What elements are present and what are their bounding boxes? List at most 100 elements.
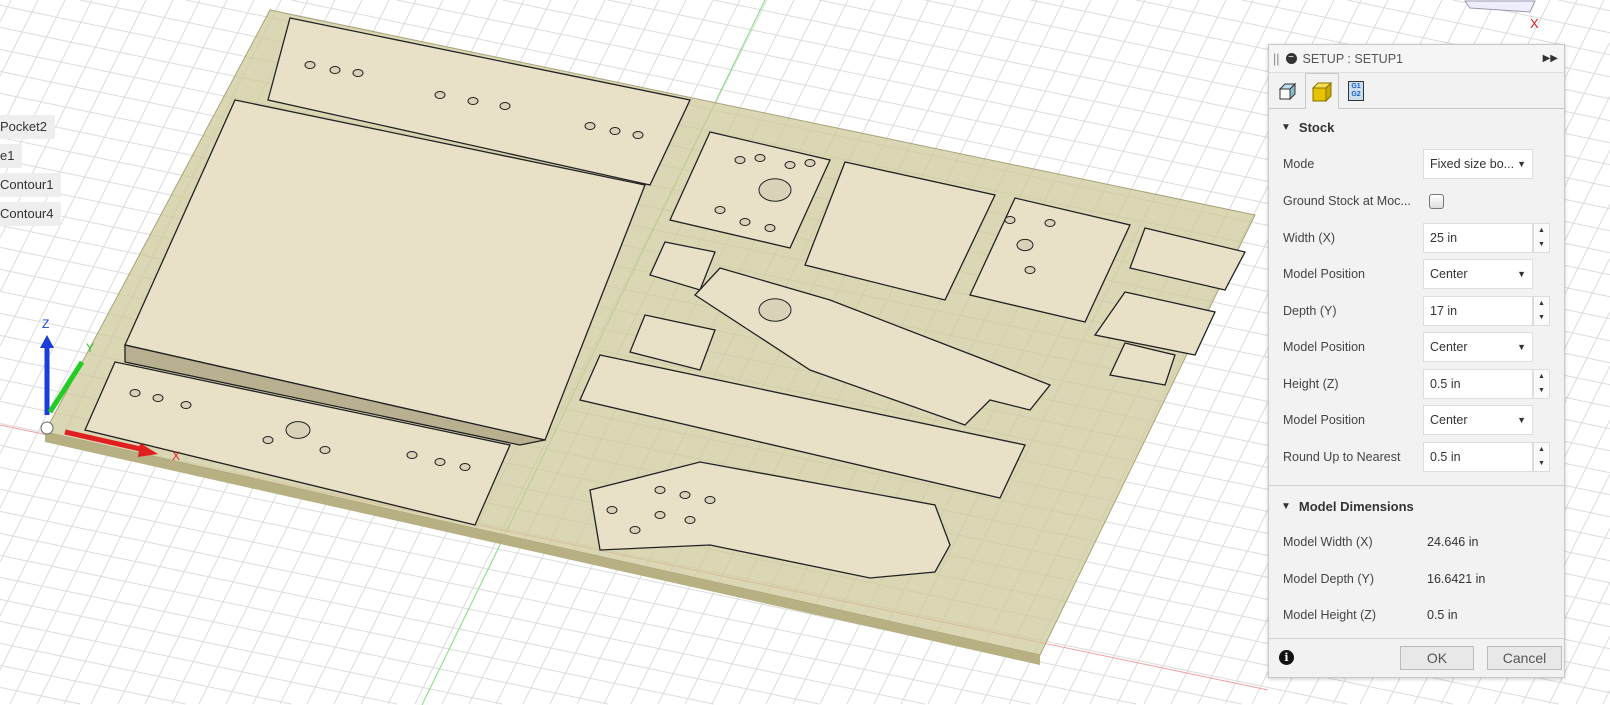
hole — [704, 496, 716, 504]
hole — [714, 206, 726, 214]
browser-item-pocket2[interactable]: Pocket2 — [0, 115, 55, 139]
mode-row: Mode Fixed size bo... ▼ — [1283, 149, 1564, 179]
height-input[interactable]: 0.5 in — [1423, 369, 1533, 399]
collapse-icon[interactable]: − — [1285, 53, 1297, 64]
dialog-tabs: G1 G2 — [1269, 73, 1564, 109]
grid-line — [0, 0, 12, 23]
hole — [804, 159, 816, 167]
hole — [352, 69, 364, 77]
model-depth-value: 16.6421 in — [1427, 572, 1486, 586]
mode-select[interactable]: Fixed size bo... ▼ — [1423, 149, 1533, 179]
width-position-value: Center — [1430, 267, 1468, 281]
collapse-triangle-icon: ▼ — [1281, 121, 1291, 133]
browser-item-contour4[interactable]: Contour4 — [0, 202, 62, 226]
x-axis-label: X — [172, 449, 180, 463]
model-depth-label: Model Depth (Y) — [1283, 572, 1375, 586]
hole — [1044, 219, 1056, 227]
collapse-triangle-icon: ▼ — [1281, 500, 1291, 512]
drag-handle-icon[interactable]: || — [1273, 52, 1280, 66]
height-position-select[interactable]: Center ▼ — [1423, 405, 1533, 435]
g1-text: G1 — [1351, 83, 1361, 90]
browser-item-e1[interactable]: e1 — [0, 144, 23, 168]
model-section-header[interactable]: ▼ Model Dimensions — [1269, 488, 1414, 524]
mode-label: Mode — [1283, 157, 1315, 171]
divider — [1269, 638, 1564, 639]
model-width-row: Model Width (X) 24.646 in — [1283, 527, 1564, 557]
dropdown-arrow-icon: ▼ — [1517, 342, 1526, 352]
hole — [467, 97, 479, 105]
tab-stock[interactable] — [1305, 73, 1339, 109]
width-stepper[interactable]: ▲ ▼ — [1533, 223, 1550, 253]
model-depth-row: Model Depth (Y) 16.6421 in — [1283, 564, 1564, 594]
browser-item-contour1[interactable]: Contour1 — [0, 173, 62, 197]
model-height-label: Model Height (Z) — [1283, 608, 1377, 622]
hole — [784, 161, 796, 169]
stock-section-title: Stock — [1298, 119, 1335, 135]
hole — [606, 506, 618, 514]
height-stepper[interactable]: ▲ ▼ — [1533, 369, 1550, 399]
expand-icon[interactable]: ▶▶ — [1543, 53, 1558, 64]
hole — [754, 154, 766, 162]
grid-line — [0, 554, 714, 705]
info-icon[interactable]: i — [1279, 650, 1294, 665]
hole — [329, 66, 341, 74]
ok-button[interactable]: OK — [1400, 646, 1474, 670]
hole — [679, 491, 691, 499]
dialog-header[interactable]: || − SETUP : SETUP1 ▶▶ — [1269, 45, 1564, 73]
height-position-value: Center — [1430, 413, 1468, 427]
grid-line — [0, 0, 66, 131]
width-row: Width (X) 25 in ▲ ▼ — [1283, 223, 1564, 253]
width-input[interactable]: 25 in — [1423, 223, 1533, 253]
model-section-title: Model Dimensions — [1298, 498, 1414, 514]
cancel-button[interactable]: Cancel — [1487, 646, 1562, 670]
height-position-label: Model Position — [1283, 413, 1365, 427]
g2-text: G2 — [1351, 91, 1361, 98]
depth-position-select[interactable]: Center ▼ — [1423, 332, 1533, 362]
g1g2-icon: G1 G2 — [1348, 81, 1364, 101]
model-width-value: 24.646 in — [1427, 535, 1479, 549]
hole — [434, 458, 446, 466]
setup-icon — [1278, 82, 1297, 101]
tab-post-process[interactable]: G1 G2 — [1339, 74, 1373, 108]
viewcube-x-label: X — [1530, 16, 1539, 31]
stock-section-header[interactable]: ▼ Stock — [1269, 109, 1564, 145]
model-height-value: 0.5 in — [1427, 608, 1458, 622]
depth-stepper[interactable]: ▲ ▼ — [1533, 296, 1550, 326]
divider — [1269, 485, 1564, 486]
model-width-label: Model Width (X) — [1283, 535, 1373, 549]
ground-stock-checkbox[interactable] — [1429, 193, 1444, 209]
hole — [758, 298, 792, 322]
dropdown-arrow-icon: ▼ — [1517, 415, 1526, 425]
round-up-input[interactable]: 0.5 in — [1423, 442, 1533, 472]
hole — [434, 91, 446, 99]
depth-position-value: Center — [1430, 340, 1468, 354]
grid-line — [0, 664, 186, 705]
hole — [285, 421, 311, 439]
y-axis-label: Y — [86, 341, 94, 355]
grid-line — [0, 598, 503, 705]
hole — [734, 156, 746, 164]
dropdown-arrow-icon: ▼ — [1517, 159, 1526, 169]
depth-row: Depth (Y) 17 in ▲ ▼ — [1283, 296, 1564, 326]
ground-row: Ground Stock at Moc... — [1283, 186, 1564, 216]
hole — [152, 394, 164, 402]
grid-line — [1558, 0, 1610, 12]
round-up-stepper[interactable]: ▲ ▼ — [1533, 442, 1550, 472]
grid-line — [0, 620, 397, 705]
tab-setup[interactable] — [1271, 74, 1305, 108]
hole — [304, 61, 316, 69]
hole — [684, 516, 696, 524]
setup-dialog: || − SETUP : SETUP1 ▶▶ G1 G2 ▼ Stock Mode F… — [1268, 44, 1565, 678]
round-row: Round Up to Nearest 0.5 in ▲ ▼ — [1283, 442, 1564, 472]
height-row: Height (Z) 0.5 in ▲ ▼ — [1283, 369, 1564, 399]
width-label: Width (X) — [1283, 231, 1336, 245]
hole — [262, 436, 274, 444]
width-position-select[interactable]: Center ▼ — [1423, 259, 1533, 289]
depth-label: Depth (Y) — [1283, 304, 1337, 318]
model-height-row: Model Height (Z) 0.5 in — [1283, 600, 1564, 630]
width-position-row: Model Position Center ▼ — [1283, 259, 1564, 289]
hole — [758, 178, 792, 202]
depth-input[interactable]: 17 in — [1423, 296, 1533, 326]
hole — [1024, 266, 1036, 274]
stock-cube-icon — [1311, 81, 1333, 102]
